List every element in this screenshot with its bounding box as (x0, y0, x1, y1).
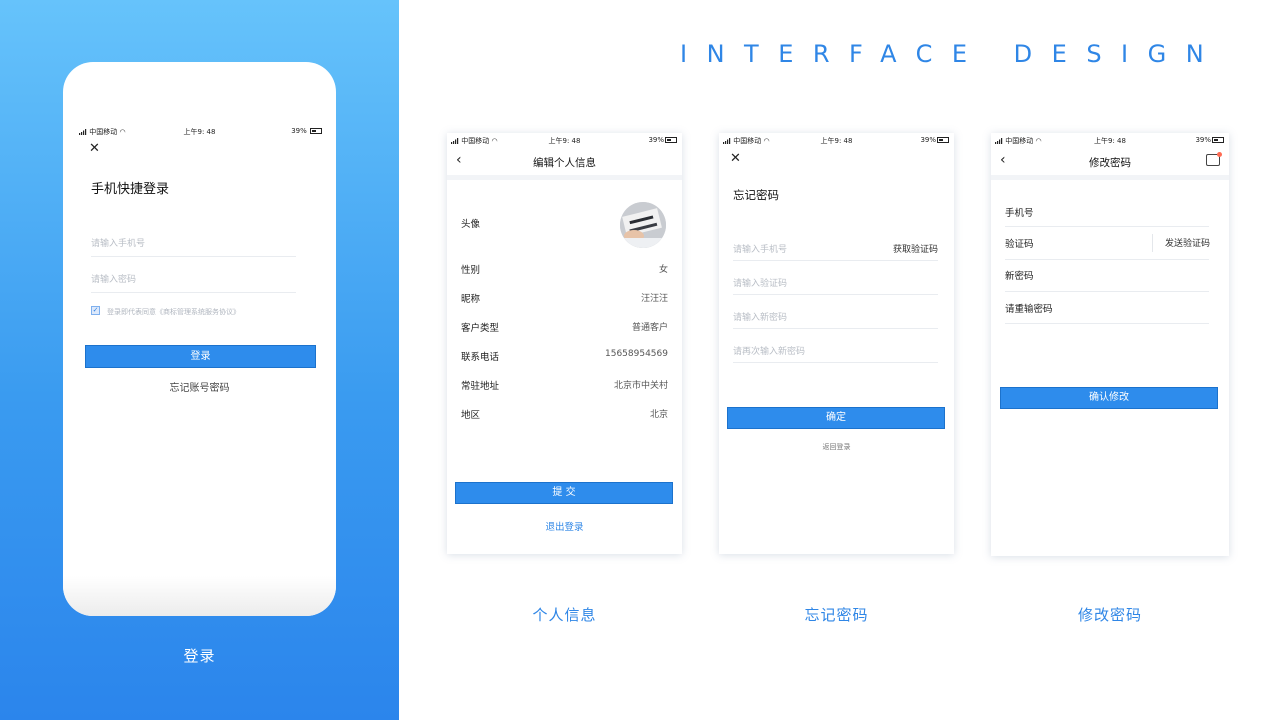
divider (91, 256, 296, 257)
field-value: 北京 (649, 410, 668, 420)
battery-percent: 39% (648, 136, 664, 144)
profile-field-address[interactable]: 常驻地址 北京市中关村 (461, 371, 668, 400)
avatar-label: 头像 (461, 219, 481, 230)
battery-icon (1212, 137, 1224, 143)
repeat-password-input[interactable]: 请再次输入新密码 (733, 344, 805, 357)
caption-login: 登录 (183, 647, 216, 665)
field-value: 15658954569 (605, 349, 668, 359)
new-password-row[interactable]: 新密码 (1005, 261, 1215, 290)
avatar-image (620, 202, 666, 248)
battery-icon (310, 128, 322, 134)
section-divider (991, 175, 1229, 180)
battery-percent: 39% (920, 136, 936, 144)
status-bar: 中国移动 ◠ 上午9: 48 39% (63, 124, 336, 138)
profile-field-customer-type[interactable]: 客户类型 普通客户 (461, 313, 668, 342)
send-code-button[interactable]: 发送验证码 (1165, 236, 1210, 249)
new-password-input[interactable]: 请输入新密码 (733, 310, 787, 323)
caption-change-password: 修改密码 (1077, 606, 1142, 624)
logout-link[interactable]: 退出登录 (447, 519, 682, 533)
field-label: 性别 (461, 265, 481, 276)
status-bar: 中国移动 ◠ 上午9: 48 39% (447, 133, 682, 147)
field-value: 汪汪汪 (640, 294, 668, 304)
checkbox-checked-icon[interactable]: ✓ (91, 306, 100, 315)
field-value: 女 (658, 265, 668, 275)
divider (1005, 259, 1209, 260)
vertical-divider (1152, 234, 1153, 252)
status-time: 上午9: 48 (548, 137, 581, 145)
divider (733, 294, 938, 295)
field-label: 验证码 (1005, 239, 1034, 250)
divider (733, 260, 938, 261)
field-label: 昵称 (461, 294, 481, 305)
divider (1005, 291, 1209, 292)
message-icon[interactable] (1206, 152, 1222, 166)
confirm-button[interactable]: 确定 (727, 407, 945, 429)
repeat-password-row[interactable]: 请重输密码 (1005, 294, 1215, 323)
submit-button[interactable]: 提 交 (455, 482, 673, 504)
phone-row[interactable]: 手机号 (1005, 198, 1215, 227)
nav-title: 编辑个人信息 (533, 157, 596, 169)
field-label: 联系电话 (461, 352, 500, 363)
divider (733, 328, 938, 329)
status-bar: 中国移动 ◠ 上午9: 48 39% (719, 133, 954, 147)
battery-icon (665, 137, 677, 143)
battery-icon (937, 137, 949, 143)
caption-forgot-password: 忘记密码 (804, 606, 869, 624)
confirm-change-button[interactable]: 确认修改 (1000, 387, 1218, 409)
phone-bottom-fade (63, 576, 336, 616)
divider (1005, 323, 1209, 324)
divider (1005, 226, 1209, 227)
profile-field-gender[interactable]: 性别 女 (461, 255, 668, 284)
profile-field-region[interactable]: 地区 北京 (461, 400, 668, 429)
field-label: 手机号 (1005, 208, 1034, 219)
forgot-password-screen: 中国移动 ◠ 上午9: 48 39% ✕ 忘记密码 请输入手机号 获取验证码 请… (719, 133, 954, 554)
avatar-photo[interactable] (620, 202, 666, 248)
phone-input[interactable]: 请输入手机号 (733, 242, 787, 255)
login-title: 手机快捷登录 (91, 182, 170, 197)
get-code-button[interactable]: 获取验证码 (893, 242, 938, 255)
password-input[interactable]: 请输入密码 (91, 272, 136, 285)
login-phone-mockup: 中国移动 ◠ 上午9: 48 39% ✕ 手机快捷登录 请输入手机号 请输入密码… (63, 62, 336, 616)
code-input[interactable]: 请输入验证码 (733, 276, 787, 289)
nav-title: 修改密码 (1089, 157, 1131, 169)
battery-percent: 39% (291, 127, 307, 135)
profile-field-nickname[interactable]: 昵称 汪汪汪 (461, 284, 668, 313)
phone-input[interactable]: 请输入手机号 (91, 236, 145, 249)
divider (733, 362, 938, 363)
forgot-title: 忘记密码 (733, 188, 779, 202)
agreement-text[interactable]: 登录即代表同意《商标管理系统服务协议》 (107, 307, 240, 317)
status-bar: 中国移动 ◠ 上午9: 48 39% (991, 133, 1229, 147)
field-label: 常驻地址 (461, 381, 500, 392)
profile-field-phone[interactable]: 联系电话 15658954569 (461, 342, 668, 371)
nav-bar: ‹ 修改密码 (991, 147, 1229, 175)
design-title: INTERFACE DESIGN (680, 40, 1224, 68)
field-label: 客户类型 (461, 323, 500, 334)
change-password-screen: 中国移动 ◠ 上午9: 48 39% ‹ 修改密码 手机号 验证码 发送验证码 … (991, 133, 1229, 556)
status-time: 上午9: 48 (820, 137, 853, 145)
left-showcase-panel: 中国移动 ◠ 上午9: 48 39% ✕ 手机快捷登录 请输入手机号 请输入密码… (0, 0, 399, 720)
field-label: 新密码 (1005, 271, 1034, 282)
close-icon[interactable]: ✕ (89, 142, 100, 155)
field-label: 地区 (461, 410, 481, 421)
login-button[interactable]: 登录 (85, 345, 316, 368)
caption-profile: 个人信息 (532, 606, 597, 624)
field-value: 北京市中关村 (613, 381, 668, 391)
field-label: 请重输密码 (1005, 304, 1053, 315)
nav-bar: ‹ 编辑个人信息 (447, 147, 682, 175)
back-to-login-link[interactable]: 返回登录 (719, 442, 954, 452)
forgot-account-link[interactable]: 忘记账号密码 (63, 379, 336, 394)
field-value: 普通客户 (631, 323, 668, 333)
divider (91, 292, 296, 293)
section-divider (447, 175, 682, 180)
status-time: 上午9: 48 (1094, 137, 1126, 145)
profile-screen: 中国移动 ◠ 上午9: 48 39% ‹ 编辑个人信息 头像 性别 女 昵称 汪汪汪… (447, 133, 682, 554)
close-icon[interactable]: ✕ (730, 152, 741, 165)
battery-percent: 39% (1195, 136, 1211, 144)
